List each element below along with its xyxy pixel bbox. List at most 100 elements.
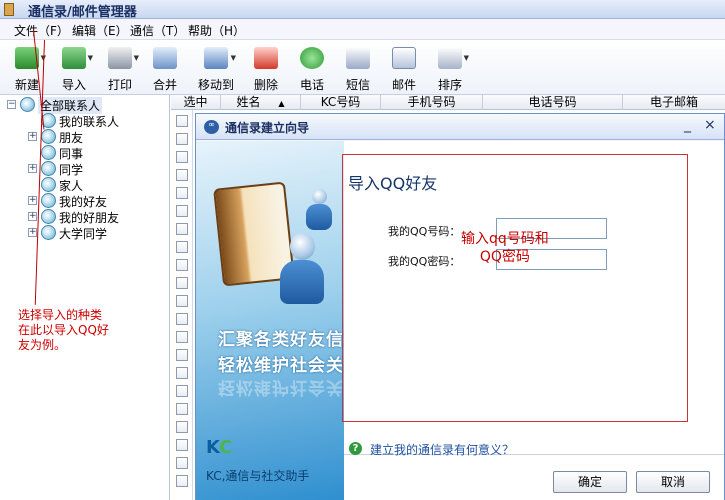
group-icon [41,161,56,176]
row-checkbox[interactable] [176,169,188,181]
sort-ascending-icon: ▲ [278,99,285,108]
expand-icon[interactable]: + [28,212,37,221]
row-checkbox[interactable] [176,457,188,469]
row-checkbox[interactable] [176,331,188,343]
mail-label: 邮件 [391,78,416,92]
minimize-icon[interactable]: _ [684,117,691,133]
row-checkbox[interactable] [176,241,188,253]
row-checkbox[interactable] [176,115,188,127]
dropdown-arrow-icon: ▼ [133,54,139,62]
import-button[interactable]: ▼ 导入 [51,44,97,92]
row-checkbox[interactable] [176,439,188,451]
sms-button[interactable]: 短信 [335,44,381,92]
row-checkbox[interactable] [176,403,188,415]
row-checkbox[interactable] [176,205,188,217]
tree-item-label: 我的好朋友 [59,211,120,225]
tree-item-label: 我的联系人 [59,115,120,129]
banner-slogan-reflection: 轻松维护社会关系 [218,377,344,397]
import-icon [62,47,86,69]
contacts-table-header: 选中 姓名 ▲ KC号码 手机号码 电话号码 电子邮箱 [171,95,725,110]
row-checkbox[interactable] [176,277,188,289]
row-checkbox[interactable] [176,133,188,145]
mail-button[interactable]: 邮件 [381,44,427,92]
sort-button[interactable]: ▼ 排序 [427,44,473,92]
expand-icon[interactable]: + [28,164,37,173]
title-bar: 通信录/邮件管理器 [0,0,725,20]
mail-icon [392,47,416,69]
tree-item-label: 家人 [59,179,84,193]
phone-label: 电话 [299,78,324,92]
sms-icon [346,47,370,69]
menu-file[interactable]: 文件（F） [14,22,69,39]
column-email[interactable]: 电子邮箱 [623,95,725,110]
expand-icon[interactable]: + [28,228,37,237]
app-icon [4,3,14,16]
banner-tagline: KC,通信与社交助手 [206,469,310,483]
group-icon [20,97,35,112]
row-checkbox[interactable] [176,151,188,163]
window-title: 通信录/邮件管理器 [28,5,137,20]
row-checkbox[interactable] [176,223,188,235]
collapse-icon[interactable]: − [7,100,16,109]
expand-icon[interactable]: + [28,132,37,141]
menu-communicate[interactable]: 通信（T） [130,22,185,39]
delete-label: 删除 [253,78,278,92]
menu-edit[interactable]: 编辑（E） [72,22,128,39]
import-label: 导入 [61,78,86,92]
tree-item-label: 大学同学 [59,227,108,241]
move-to-button[interactable]: ▼ 移动到 [192,44,240,92]
contact-group-tree: − 全部联系人 我的联系人 + 朋友 同事 + 同学 家人 + 我的好友 + 我… [0,95,170,500]
expand-icon[interactable]: + [28,196,37,205]
delete-icon [254,47,278,69]
group-icon [41,177,56,192]
delete-button[interactable]: 删除 [243,44,289,92]
banner-slogan-line2: 轻松维护社会关系 [218,356,344,376]
sort-icon [438,47,462,69]
tree-item-label: 我的好友 [59,195,108,209]
group-icon [41,145,56,160]
row-checkbox[interactable] [176,187,188,199]
annotation-tree-note: 选择导入的种类 在此以导入QQ好 友为例。 [18,308,109,352]
contact-wizard-dialog: ꟹ 通信录建立向导 _ × 汇聚各类好友信息 轻松维护社会关系 轻松维护社会关系… [195,113,725,500]
column-kc-number[interactable]: KC号码 [301,95,381,110]
dropdown-arrow-icon: ▼ [230,54,236,62]
row-checkbox[interactable] [176,349,188,361]
kc-logo: KC [206,437,232,458]
row-checkbox[interactable] [176,313,188,325]
row-checkbox[interactable] [176,385,188,397]
group-icon [41,129,56,144]
wizard-heading: 导入QQ好友 [348,174,438,193]
phone-icon [300,47,324,69]
annotation-highlight-box [342,154,688,422]
row-checkbox[interactable] [176,475,188,487]
annotation-field-note: 输入qq号码和 QQ密码 [461,231,549,265]
tree-item-label: 全部联系人 [38,97,103,114]
row-checkbox[interactable] [176,295,188,307]
column-name-label: 姓名 [236,95,261,109]
column-name[interactable]: 姓名 ▲ [221,95,301,110]
row-checkbox[interactable] [176,421,188,433]
kc-logo-icon: ꟹ [204,120,219,134]
column-selected[interactable]: 选中 [171,95,221,110]
print-button[interactable]: ▼ 打印 [97,44,143,92]
column-mobile[interactable]: 手机号码 [381,95,483,110]
menu-help[interactable]: 帮助（H） [188,22,245,39]
ok-button[interactable]: 确定 [553,471,627,493]
column-phone[interactable]: 电话号码 [483,95,623,110]
merge-button[interactable]: 合并 [142,44,188,92]
row-checkbox[interactable] [176,259,188,271]
cancel-button[interactable]: 取消 [636,471,710,493]
move-to-icon [204,47,228,69]
close-icon[interactable]: × [704,117,716,133]
tree-item-label: 同学 [59,163,84,177]
kc-logo-k: K [206,437,220,458]
person-icon [306,189,332,235]
dialog-title-bar: ꟹ 通信录建立向导 _ × [196,114,724,140]
help-icon: ? [349,442,362,455]
dropdown-arrow-icon: ▼ [463,54,469,62]
row-checkbox[interactable] [176,367,188,379]
sms-label: 短信 [345,78,370,92]
help-link[interactable]: 建立我的通信录有何意义？ [370,441,514,458]
dropdown-arrow-icon: ▼ [87,54,93,62]
phone-button[interactable]: 电话 [289,44,335,92]
